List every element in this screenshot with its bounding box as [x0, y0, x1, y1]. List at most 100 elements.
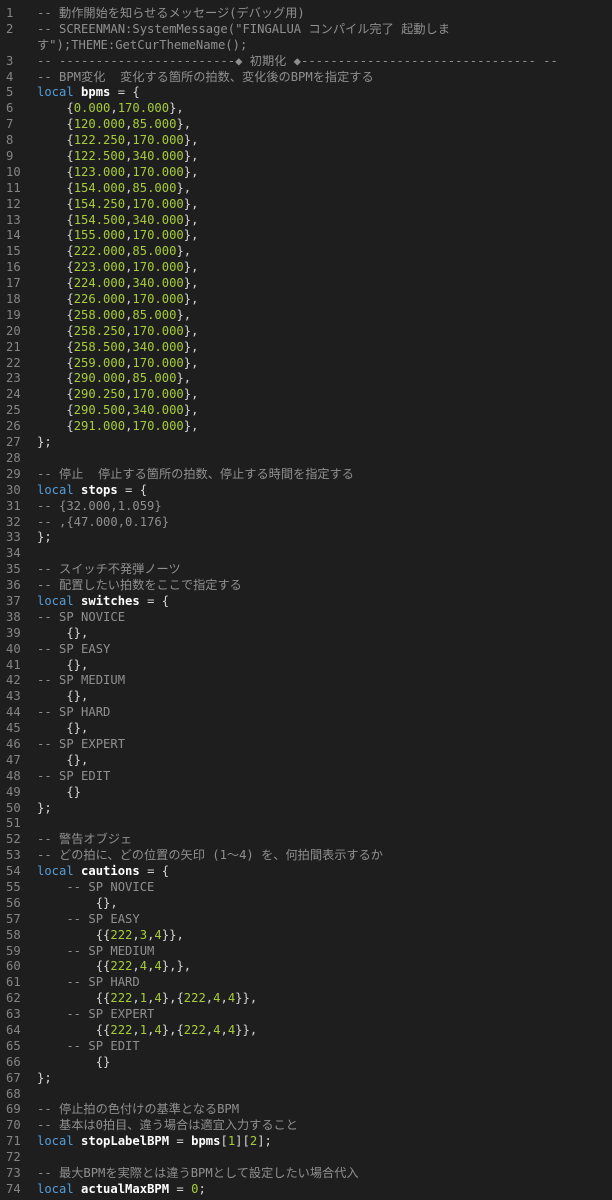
code-line[interactable]: 1 -- 動作開始を知らせるメッセージ(デバッグ用)	[0, 6, 612, 22]
ident-token: bpms	[191, 1134, 221, 1149]
code-line[interactable]: 74 local actualMaxBPM = 0;	[0, 1182, 612, 1198]
code-line[interactable]: 15 {222.000,85.000},	[0, 244, 612, 260]
code-line[interactable]: 28	[0, 451, 612, 467]
code-line[interactable]: 9 {122.500,340.000},	[0, 149, 612, 165]
code-line[interactable]: 31 -- {32.000,1.059}	[0, 499, 612, 515]
plain-token: },	[183, 212, 199, 227]
code-line[interactable]: 35 -- スイッチ不発弾ノーツ	[0, 562, 612, 578]
code-line[interactable]: 56 {},	[0, 896, 612, 912]
code-line[interactable]: 13 {154.500,340.000},	[0, 213, 612, 229]
line-content: {226.000,170.000},	[37, 292, 612, 308]
code-line[interactable]: 19 {258.000,85.000},	[0, 308, 612, 324]
line-number: 8	[6, 133, 14, 148]
plain-token: },	[176, 117, 192, 132]
code-line[interactable]: 8 {122.250,170.000},	[0, 133, 612, 149]
code-line[interactable]: 18 {226.000,170.000},	[0, 292, 612, 308]
code-line[interactable]: 30 local stops = {	[0, 483, 612, 499]
code-line[interactable]: 67};	[0, 1071, 612, 1087]
number-token: 123.000	[73, 164, 126, 179]
code-line[interactable]: 37 local switches = {	[0, 594, 612, 610]
code-line[interactable]: 66 {}	[0, 1055, 612, 1071]
code-line[interactable]: 36 -- 配置したい拍数をここで指定する	[0, 578, 612, 594]
code-line[interactable]: 49 {}	[0, 785, 612, 801]
line-content: -- SP EXPERT	[37, 737, 612, 753]
code-line[interactable]: 39 {},	[0, 626, 612, 642]
code-line[interactable]: 65 -- SP EDIT	[0, 1039, 612, 1055]
code-line[interactable]: 23 {290.000,85.000},	[0, 371, 612, 387]
code-line[interactable]: 24 {290.250,170.000},	[0, 387, 612, 403]
code-line[interactable]: 33};	[0, 530, 612, 546]
comment-token: -- どの拍に、どの位置の矢印 (1～4) を、何拍間表示するか	[37, 848, 383, 863]
plain-token: {	[37, 419, 74, 434]
number-token: 291.000	[73, 419, 126, 434]
line-content: {{222,1,4},{222,4,4}},	[37, 991, 612, 1007]
code-line[interactable]: 59 -- SP MEDIUM	[0, 944, 612, 960]
code-line[interactable]: 60 {{222,4,4},},	[0, 959, 612, 975]
code-line[interactable]: 22 {259.000,170.000},	[0, 356, 612, 372]
code-line[interactable]: 45 {},	[0, 721, 612, 737]
plain-token: {	[37, 149, 74, 164]
code-line[interactable]: 50};	[0, 801, 612, 817]
code-line[interactable]: 5 local bpms = {	[0, 85, 612, 101]
code-line[interactable]: 25 {290.500,340.000},	[0, 403, 612, 419]
code-line[interactable]: 57 -- SP EASY	[0, 912, 612, 928]
code-line[interactable]: 12 {154.250,170.000},	[0, 197, 612, 213]
code-line[interactable]: 44 -- SP HARD	[0, 705, 612, 721]
code-line[interactable]: 17 {224.000,340.000},	[0, 276, 612, 292]
code-line[interactable]: 61 -- SP HARD	[0, 975, 612, 991]
code-line[interactable]: 14 {155.000,170.000},	[0, 228, 612, 244]
code-line[interactable]: 51	[0, 816, 612, 832]
code-line[interactable]: 6 {0.000,170.000},	[0, 101, 612, 117]
plain-token: {	[37, 323, 74, 338]
code-line[interactable]: 54 local cautions = {	[0, 864, 612, 880]
line-number: 74	[6, 1181, 21, 1196]
code-line[interactable]: 64 {{222,1,4},{222,4,4}},	[0, 1023, 612, 1039]
code-line[interactable]: 26 {291.000,170.000},	[0, 419, 612, 435]
code-line[interactable]: 68	[0, 1087, 612, 1103]
plain-token: {},	[37, 752, 89, 767]
line-content: -- 配置したい拍数をここで指定する	[37, 578, 612, 594]
code-line[interactable]: 62 {{222,1,4},{222,4,4}},	[0, 991, 612, 1007]
code-line[interactable]: 4 -- BPM変化 変化する箇所の拍数、変化後のBPMを指定する	[0, 70, 612, 86]
code-line[interactable]: 40 -- SP EASY	[0, 642, 612, 658]
code-line[interactable]: 52 -- 警告オブジェ	[0, 832, 612, 848]
code-line[interactable]: 47 {},	[0, 753, 612, 769]
code-line[interactable]: 70 -- 基本は0拍目、違う場合は適宜入力すること	[0, 1118, 612, 1134]
code-line[interactable]: 53 -- どの拍に、どの位置の矢印 (1～4) を、何拍間表示するか	[0, 848, 612, 864]
code-line[interactable]: 2 -- SCREENMAN:SystemMessage("FINGALUA コン…	[0, 22, 612, 38]
keyword-token: local	[37, 1134, 74, 1149]
code-line[interactable]: 10 {123.000,170.000},	[0, 165, 612, 181]
code-line[interactable]: 73 -- 最大BPMを実際とは違うBPMとして設定したい場合代入	[0, 1166, 612, 1182]
code-line[interactable]: 72	[0, 1150, 612, 1166]
code-line[interactable]: 48 -- SP EDIT	[0, 769, 612, 785]
code-line[interactable]: 71 local stopLabelBPM = bpms[1][2];	[0, 1134, 612, 1150]
code-line[interactable]: 11 {154.000,85.000},	[0, 181, 612, 197]
code-line[interactable]: 55 -- SP NOVICE	[0, 880, 612, 896]
code-line[interactable]: 34	[0, 546, 612, 562]
code-line[interactable]: 58 {{222,3,4}},	[0, 928, 612, 944]
code-line[interactable]: 7 {120.000,85.000},	[0, 117, 612, 133]
code-line[interactable]: 41 {},	[0, 658, 612, 674]
code-line[interactable]: 16 {223.000,170.000},	[0, 260, 612, 276]
plain-token: {},	[37, 689, 89, 704]
code-line[interactable]: 69 -- 停止拍の色付けの基準となるBPM	[0, 1102, 612, 1118]
code-line[interactable]: 20 {258.250,170.000},	[0, 324, 612, 340]
code-line[interactable]: 42 -- SP MEDIUM	[0, 673, 612, 689]
code-line[interactable]: 27};	[0, 435, 612, 451]
line-number: 20	[6, 323, 21, 338]
comment-token: -- SP EASY	[37, 641, 111, 656]
code-line[interactable]: 32 -- ,{47.000,0.176}	[0, 515, 612, 531]
plain-token: {	[37, 244, 74, 259]
code-line[interactable]: 38 -- SP NOVICE	[0, 610, 612, 626]
line-content: {},	[37, 689, 612, 705]
code-line[interactable]: 29 -- 停止 停止する箇所の拍数、停止する時間を指定する	[0, 467, 612, 483]
code-line[interactable]: 46 -- SP EXPERT	[0, 737, 612, 753]
code-line[interactable]: 21 {258.500,340.000},	[0, 340, 612, 356]
code-editor[interactable]: 1 -- 動作開始を知らせるメッセージ(デバッグ用) 2 -- SCREENMAN:S…	[0, 0, 612, 1200]
code-line[interactable]: 63 -- SP EXPERT	[0, 1007, 612, 1023]
code-line[interactable]: 3 -- ------------------------◆ 初期化 ◆-----…	[0, 54, 612, 70]
plain-token: ];	[257, 1134, 272, 1149]
code-line[interactable]: 43 {},	[0, 689, 612, 705]
code-line[interactable]: す");THEME:GetCurThemeName();	[0, 38, 612, 54]
line-number: 57	[6, 911, 21, 926]
